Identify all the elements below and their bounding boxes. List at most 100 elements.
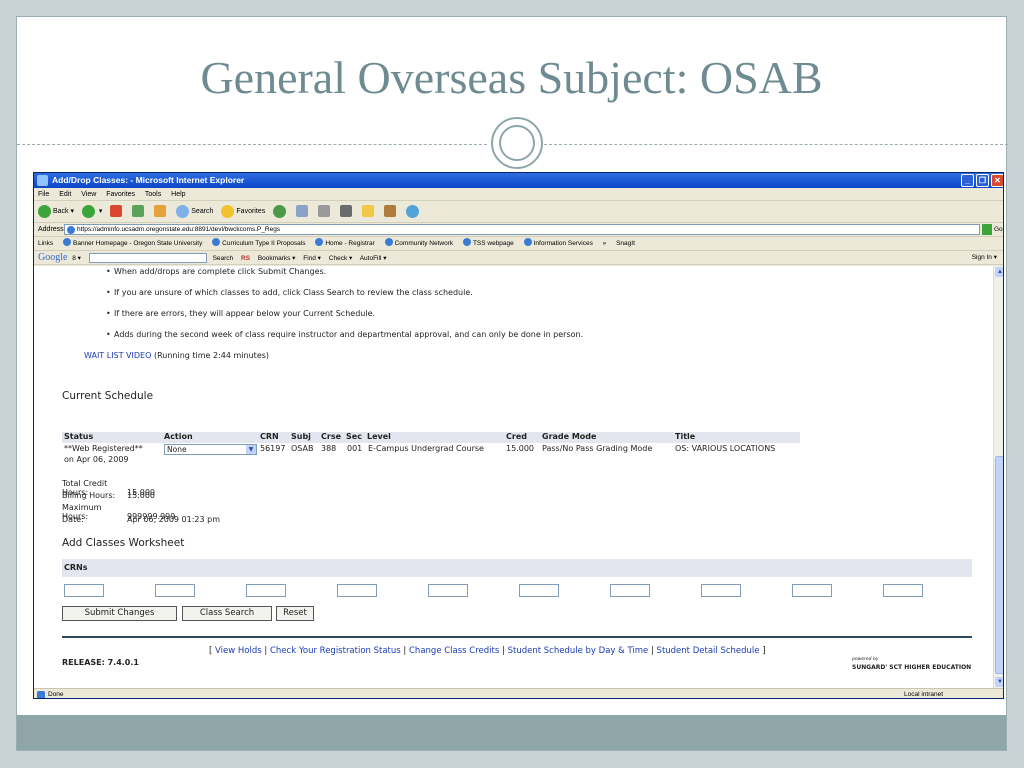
scroll-down-icon[interactable]: ▼: [995, 677, 1003, 687]
edit-button[interactable]: [340, 201, 354, 222]
row-status-date: on Apr 06, 2009: [64, 455, 129, 464]
print-button[interactable]: [318, 201, 332, 222]
autofill-button[interactable]: AutoFill ▾: [360, 255, 387, 262]
change-class-credits-link[interactable]: Change Class Credits: [409, 646, 499, 656]
menu-file[interactable]: File: [38, 191, 49, 198]
row-level: E-Campus Undergrad Course: [368, 444, 484, 453]
schedule-table-header: Status Action CRN Subj Crse Sec Level Cr…: [62, 432, 800, 443]
crn-input-6[interactable]: [519, 584, 559, 597]
instruction-item: If there are errors, they will appear be…: [106, 309, 375, 318]
schedule-date: Date: Apr 06, 2009 01:23 pm: [62, 515, 221, 524]
mail-button[interactable]: [296, 201, 310, 222]
google-menu[interactable]: 8 ▾: [72, 255, 81, 262]
google-toolbar: Google 8 ▾ Search RS Bookmarks ▾ Find ▾ …: [34, 251, 1003, 265]
link-home-registrar[interactable]: Home - Registrar: [315, 240, 374, 247]
links-overflow-chevron[interactable]: »: [603, 240, 607, 247]
action-select[interactable]: None ▼: [164, 444, 257, 455]
menu-tools[interactable]: Tools: [145, 191, 161, 198]
messenger-button[interactable]: [405, 201, 421, 222]
address-input[interactable]: https://adminfo.ucsadm.oregonstate.edu:8…: [64, 224, 980, 235]
student-schedule-by-day-link[interactable]: Student Schedule by Day & Time: [508, 646, 649, 656]
ie-app-icon: [37, 175, 48, 186]
link-community-network[interactable]: Community Network: [385, 240, 454, 247]
student-detail-schedule-link[interactable]: Student Detail Schedule: [657, 646, 760, 656]
title-divider-right: [539, 144, 1008, 145]
title-divider-left: [17, 144, 487, 145]
google-search-input[interactable]: [88, 253, 207, 264]
class-search-button[interactable]: Class Search: [182, 606, 272, 621]
minimize-button[interactable]: _: [961, 174, 974, 187]
toolbar: Back ▾ ▾ Search Favorites: [34, 201, 1003, 223]
bookmarks-button[interactable]: Bookmarks ▾: [258, 255, 296, 262]
crn-input-7[interactable]: [610, 584, 650, 597]
check-registration-status-link[interactable]: Check Your Registration Status: [270, 646, 401, 656]
worksheet-heading: Add Classes Worksheet: [62, 537, 185, 549]
current-schedule-heading: Current Schedule: [62, 390, 154, 402]
home-icon: [154, 205, 167, 218]
menu-edit[interactable]: Edit: [59, 191, 71, 198]
google-logo[interactable]: Google: [38, 252, 67, 263]
address-label: Address: [38, 226, 64, 233]
scroll-up-icon[interactable]: ▲: [995, 267, 1003, 277]
security-zone: Local intranet: [904, 691, 944, 698]
favorites-button[interactable]: Favorites: [221, 201, 265, 222]
crn-input-4[interactable]: [337, 584, 377, 597]
col-title: Title: [675, 432, 696, 441]
link-banner-homepage[interactable]: Banner Homepage - Oregon State Universit…: [63, 240, 202, 247]
slide-title: General Overseas Subject: OSAB: [200, 52, 823, 103]
menu-help[interactable]: Help: [171, 191, 185, 198]
link-curriculum[interactable]: Curriculum Type II Proposals: [212, 240, 305, 247]
link-information-services[interactable]: Information Services: [524, 240, 593, 247]
footer-links: [ View Holds | Check Your Registration S…: [209, 646, 766, 656]
forward-button[interactable]: ▾: [81, 201, 102, 222]
go-arrow-icon[interactable]: [982, 224, 992, 235]
back-button[interactable]: Back ▾: [38, 201, 74, 222]
row-title: OS: VARIOUS LOCATIONS: [675, 444, 776, 453]
crn-input-3[interactable]: [246, 584, 286, 597]
refresh-icon: [132, 205, 145, 218]
reset-button[interactable]: Reset: [276, 606, 314, 621]
links-bar: Links Banner Homepage - Oregon State Uni…: [34, 237, 1003, 251]
rs-button[interactable]: RS: [241, 255, 250, 262]
edit-icon: [340, 205, 353, 218]
maximize-button[interactable]: ❐: [976, 174, 989, 187]
menu-favorites[interactable]: Favorites: [106, 191, 135, 198]
footer-divider: [62, 636, 972, 638]
sign-in-button[interactable]: Sign In ▾: [972, 251, 997, 264]
close-button[interactable]: ✕: [991, 174, 1003, 187]
submit-changes-button[interactable]: Submit Changes: [62, 606, 177, 621]
status-text: Done: [48, 691, 64, 698]
wait-list-video-link[interactable]: WAIT LIST VIDEO: [84, 351, 151, 360]
col-crn: CRN: [260, 432, 279, 441]
crn-input-1[interactable]: [64, 584, 104, 597]
slide-footer-band: [17, 715, 1006, 750]
google-search-button[interactable]: Search: [213, 255, 234, 262]
crn-input-10[interactable]: [883, 584, 923, 597]
snagit-button[interactable]: SnagIt: [616, 240, 635, 247]
crn-input-9[interactable]: [792, 584, 832, 597]
col-status: Status: [64, 432, 94, 441]
crn-input-5[interactable]: [428, 584, 468, 597]
folder-button[interactable]: [361, 201, 376, 222]
link-tss-webpage[interactable]: TSS webpage: [463, 240, 514, 247]
scrollbar-thumb[interactable]: [995, 456, 1003, 674]
find-button[interactable]: Find ▾: [303, 255, 321, 262]
search-button[interactable]: Search: [176, 201, 213, 222]
stop-button[interactable]: [110, 201, 124, 222]
menu-view[interactable]: View: [81, 191, 96, 198]
crn-input-8[interactable]: [701, 584, 741, 597]
go-button[interactable]: Go: [994, 223, 1003, 236]
window-title: Add/Drop Classes: - Microsoft Internet E…: [52, 175, 245, 185]
vertical-scrollbar[interactable]: ▲ ▼: [993, 266, 1003, 688]
powered-by-label: powered by: [852, 657, 879, 662]
research-button[interactable]: [383, 201, 398, 222]
crn-input-2[interactable]: [155, 584, 195, 597]
instruction-item: Adds during the second week of class req…: [106, 330, 583, 339]
chevron-down-icon[interactable]: ▼: [246, 445, 256, 454]
check-button[interactable]: Check ▾: [329, 255, 353, 262]
history-button[interactable]: [273, 201, 288, 222]
home-button[interactable]: [154, 201, 168, 222]
col-crse: Crse: [321, 432, 342, 441]
refresh-button[interactable]: [132, 201, 146, 222]
view-holds-link[interactable]: View Holds: [215, 646, 262, 656]
